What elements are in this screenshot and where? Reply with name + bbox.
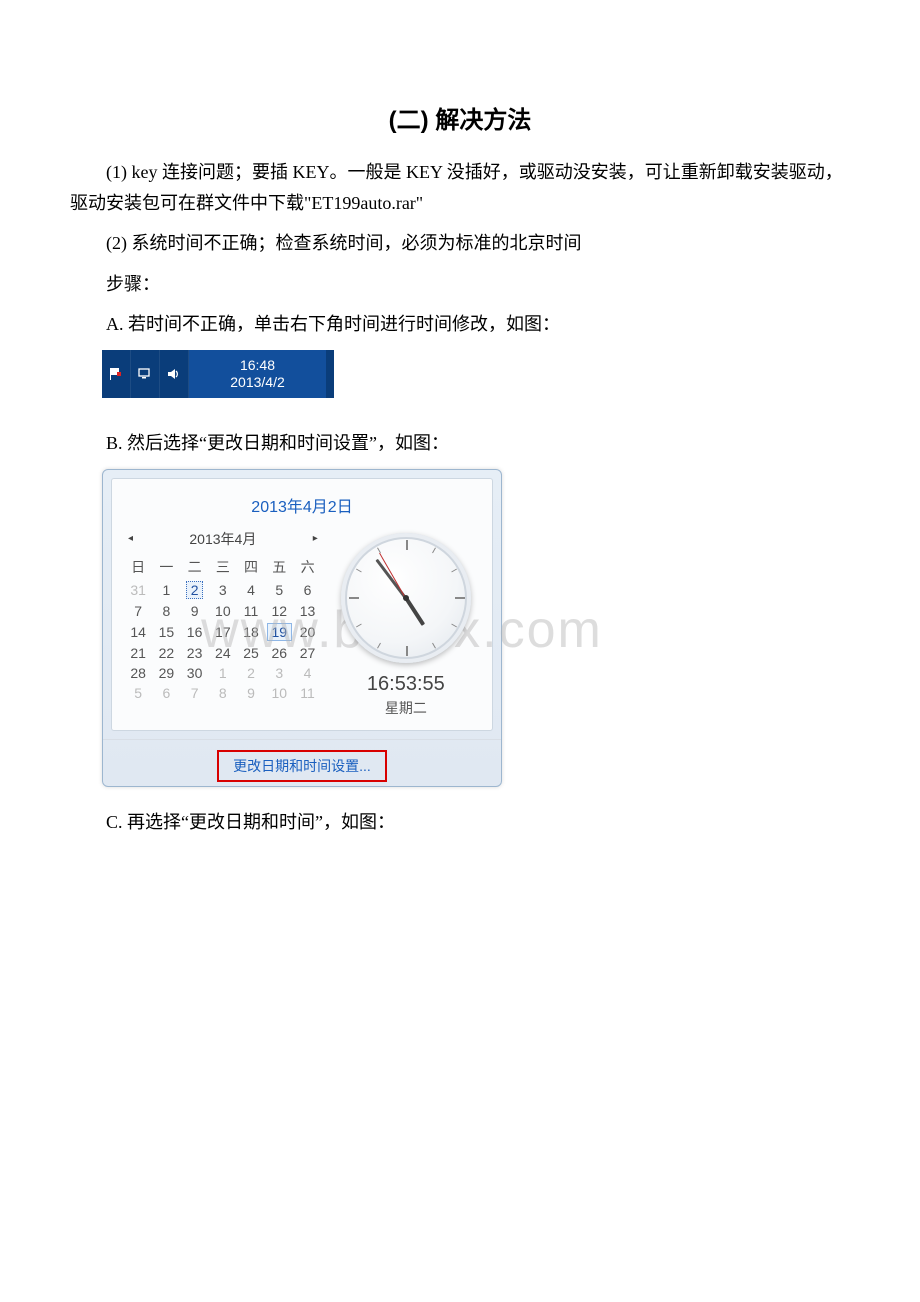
- calendar: ◂ 2013年4月 ▸ 日一二三四五六 31123456789101112131…: [124, 529, 322, 703]
- calendar-day[interactable]: 17: [209, 621, 237, 643]
- change-datetime-link[interactable]: 更改日期和时间设置...: [233, 758, 371, 774]
- calendar-weekday: 六: [293, 555, 321, 579]
- clock-tick: [451, 623, 457, 627]
- calendar-day[interactable]: 27: [293, 643, 321, 663]
- calendar-day[interactable]: 8: [209, 683, 237, 703]
- calendar-day[interactable]: 7: [180, 683, 208, 703]
- day-of-week: 星期二: [332, 698, 480, 718]
- calendar-day[interactable]: 23: [180, 643, 208, 663]
- clock-tick: [356, 623, 362, 627]
- clock-tick: [377, 642, 381, 648]
- calendar-day[interactable]: 8: [152, 601, 180, 621]
- calendar-day[interactable]: 9: [180, 601, 208, 621]
- calendar-weekday: 五: [265, 555, 293, 579]
- taskbar-divider: [326, 350, 334, 398]
- calendar-day[interactable]: 30: [180, 663, 208, 683]
- paragraph-steps: 步骤：: [70, 269, 850, 300]
- flag-icon: [102, 350, 131, 398]
- calendar-day[interactable]: 22: [152, 643, 180, 663]
- volume-icon: [160, 350, 189, 398]
- calendar-day[interactable]: 28: [124, 663, 152, 683]
- clock-tick: [432, 642, 436, 648]
- calendar-day[interactable]: 7: [124, 601, 152, 621]
- section-title: (二) 解决方法: [70, 100, 850, 135]
- calendar-day[interactable]: 29: [152, 663, 180, 683]
- paragraph-c: C. 再选择“更改日期和时间”，如图：: [70, 807, 850, 838]
- calendar-day[interactable]: 25: [237, 643, 265, 663]
- paragraph-2: (2) 系统时间不正确；检查系统时间，必须为标准的北京时间: [70, 228, 850, 259]
- calendar-day[interactable]: 31: [124, 579, 152, 601]
- clock-tick: [356, 568, 362, 572]
- calendar-day[interactable]: 24: [209, 643, 237, 663]
- calendar-day[interactable]: 5: [124, 683, 152, 703]
- calendar-day[interactable]: 10: [209, 601, 237, 621]
- clock-hour-hand: [404, 596, 425, 625]
- calendar-day[interactable]: 14: [124, 621, 152, 643]
- calendar-prev[interactable]: ◂: [128, 533, 133, 544]
- calendar-day[interactable]: 6: [293, 579, 321, 601]
- calendar-month-label[interactable]: 2013年4月: [189, 529, 256, 549]
- analog-clock: [341, 533, 471, 663]
- calendar-day[interactable]: 2: [180, 579, 208, 601]
- clock-second-hand: [379, 552, 406, 598]
- calendar-day[interactable]: 12: [265, 601, 293, 621]
- calendar-day[interactable]: 11: [293, 683, 321, 703]
- calendar-day[interactable]: 9: [237, 683, 265, 703]
- taskbar-clock[interactable]: 16:48 2013/4/2: [189, 350, 326, 398]
- calendar-day[interactable]: 4: [293, 663, 321, 683]
- paragraph-1: (1) key 连接问题；要插 KEY。一般是 KEY 没插好，或驱动没安装，可…: [70, 157, 850, 218]
- calendar-day[interactable]: 1: [152, 579, 180, 601]
- calendar-day[interactable]: 11: [237, 601, 265, 621]
- calendar-weekday: 二: [180, 555, 208, 579]
- clock-tick: [377, 547, 381, 553]
- clock-tick: [406, 646, 408, 656]
- calendar-day[interactable]: 16: [180, 621, 208, 643]
- calendar-day[interactable]: 4: [237, 579, 265, 601]
- clock-tick: [406, 540, 408, 550]
- calendar-weekday: 日: [124, 555, 152, 579]
- taskbar-time: 16:48: [240, 357, 275, 374]
- datetime-popup-screenshot: www.bdocx.com 2013年4月2日 ◂ 2013年4月 ▸ 日一二三…: [102, 469, 502, 787]
- clock-tick: [455, 597, 465, 599]
- calendar-next[interactable]: ▸: [313, 533, 318, 544]
- clock-tick: [451, 568, 457, 572]
- clock-center-pin: [403, 595, 409, 601]
- clock-tick: [349, 597, 359, 599]
- calendar-day[interactable]: 10: [265, 683, 293, 703]
- calendar-day[interactable]: 19: [265, 621, 293, 643]
- clock-tick: [432, 547, 436, 553]
- calendar-weekday: 一: [152, 555, 180, 579]
- taskbar-date: 2013/4/2: [230, 374, 285, 391]
- calendar-day[interactable]: 21: [124, 643, 152, 663]
- calendar-weekday: 三: [209, 555, 237, 579]
- calendar-table: 日一二三四五六 31123456789101112131415161718192…: [124, 555, 322, 703]
- calendar-day[interactable]: 3: [265, 663, 293, 683]
- calendar-day[interactable]: 6: [152, 683, 180, 703]
- calendar-day[interactable]: 20: [293, 621, 321, 643]
- calendar-day[interactable]: 2: [237, 663, 265, 683]
- calendar-day[interactable]: 3: [209, 579, 237, 601]
- calendar-day[interactable]: 1: [209, 663, 237, 683]
- taskbar-screenshot: 16:48 2013/4/2: [102, 350, 334, 398]
- calendar-day[interactable]: 5: [265, 579, 293, 601]
- calendar-day[interactable]: 13: [293, 601, 321, 621]
- paragraph-a: A. 若时间不正确，单击右下角时间进行时间修改，如图：: [70, 309, 850, 340]
- popup-date-header: 2013年4月2日: [124, 487, 480, 529]
- paragraph-b: B. 然后选择“更改日期和时间设置”，如图：: [70, 428, 850, 459]
- calendar-weekday: 四: [237, 555, 265, 579]
- calendar-day[interactable]: 18: [237, 621, 265, 643]
- network-icon: [131, 350, 160, 398]
- calendar-day[interactable]: 15: [152, 621, 180, 643]
- calendar-day[interactable]: 26: [265, 643, 293, 663]
- digital-time: 16:53:55: [332, 673, 480, 696]
- highlight-box: 更改日期和时间设置...: [217, 750, 387, 782]
